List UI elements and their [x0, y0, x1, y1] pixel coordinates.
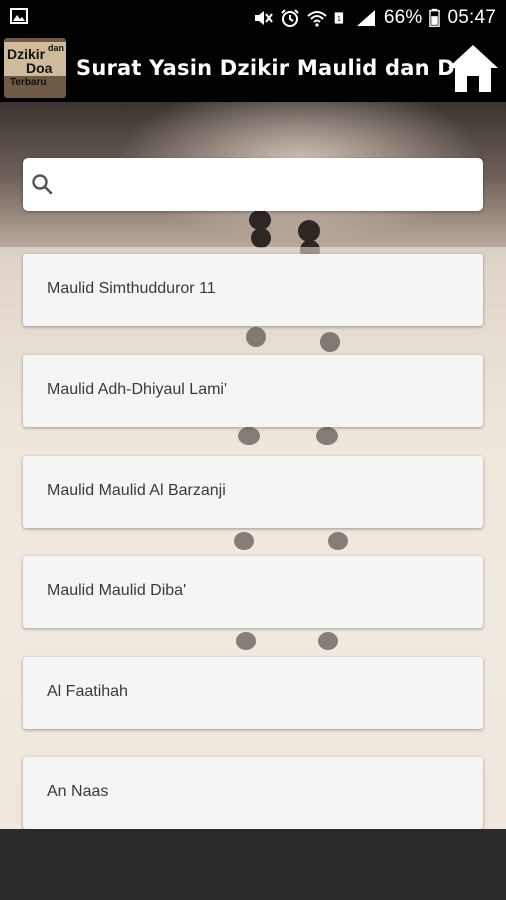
list-item[interactable]: Maulid Simthudduror 11 [23, 254, 483, 326]
image-icon [10, 8, 28, 24]
logo-line2: Doa [26, 60, 53, 76]
app-header: Dzikir dan Doa Terbaru Surat Yasin Dziki… [0, 36, 506, 102]
list-item[interactable]: Maulid Adh-Dhiyaul Lami' [23, 355, 483, 427]
app-title: Surat Yasin Dzikir Maulid dan Doa [76, 56, 484, 80]
signal-icon [356, 10, 375, 26]
mute-icon [254, 11, 273, 25]
bead [249, 210, 271, 230]
sim-icon: 1 [334, 12, 343, 24]
alarm-icon [281, 9, 299, 27]
list-item[interactable]: An Naas [23, 757, 483, 829]
app-logo: Dzikir dan Doa Terbaru [4, 38, 66, 98]
battery-icon [429, 8, 441, 27]
home-icon[interactable] [446, 42, 500, 94]
list-item-label: Maulid Maulid Diba' [47, 582, 187, 599]
status-bar: 1 66% 05:47 [0, 0, 506, 36]
list-item-label: Maulid Adh-Dhiyaul Lami' [47, 381, 228, 398]
list-item-label: Maulid Simthudduror 11 [47, 280, 216, 297]
list-item[interactable]: Maulid Maulid Diba' [23, 556, 483, 628]
svg-text:1: 1 [337, 16, 341, 23]
bead [298, 220, 320, 242]
wifi-icon [307, 11, 327, 27]
item-list: Maulid Simthudduror 11 Maulid Adh-Dhiyau… [0, 246, 506, 829]
search-input[interactable] [61, 166, 475, 204]
clock: 05:47 [447, 7, 496, 28]
list-item[interactable]: Al Faatihah [23, 657, 483, 729]
list-item-label: Maulid Maulid Al Barzanji [47, 482, 226, 499]
bead [251, 228, 271, 248]
search-icon [32, 174, 53, 195]
logo-line1b: dan [48, 43, 65, 53]
bottom-bar [0, 829, 506, 900]
list-item-label: Al Faatihah [47, 683, 128, 700]
battery-percent: 66% [383, 7, 423, 28]
logo-line1: Dzikir [7, 46, 46, 62]
list-item[interactable]: Maulid Maulid Al Barzanji [23, 456, 483, 528]
list-item-label: An Naas [47, 783, 109, 800]
search-box[interactable] [23, 158, 483, 211]
logo-line3: Terbaru [10, 77, 47, 88]
